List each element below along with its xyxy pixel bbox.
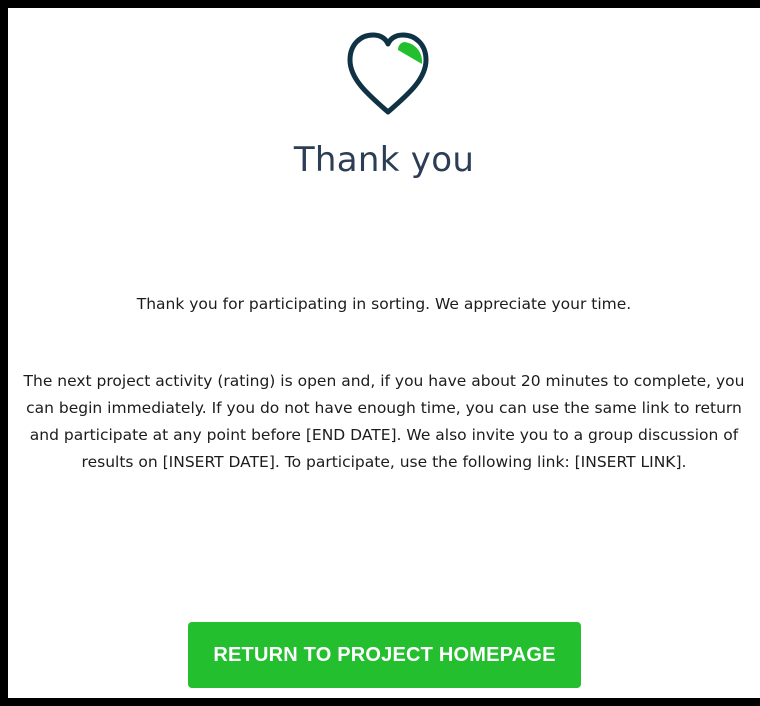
- thank-you-message: Thank you for participating in sorting. …: [136, 295, 632, 313]
- page-title: Thank you: [293, 140, 475, 180]
- next-activity-message: The next project activity (rating) is op…: [23, 372, 745, 471]
- return-to-homepage-button[interactable]: RETURN TO PROJECT HOMEPAGE: [188, 622, 581, 688]
- thank-you-page: Thank you Thank you for participating in…: [8, 8, 760, 698]
- heart-icon: [340, 28, 436, 120]
